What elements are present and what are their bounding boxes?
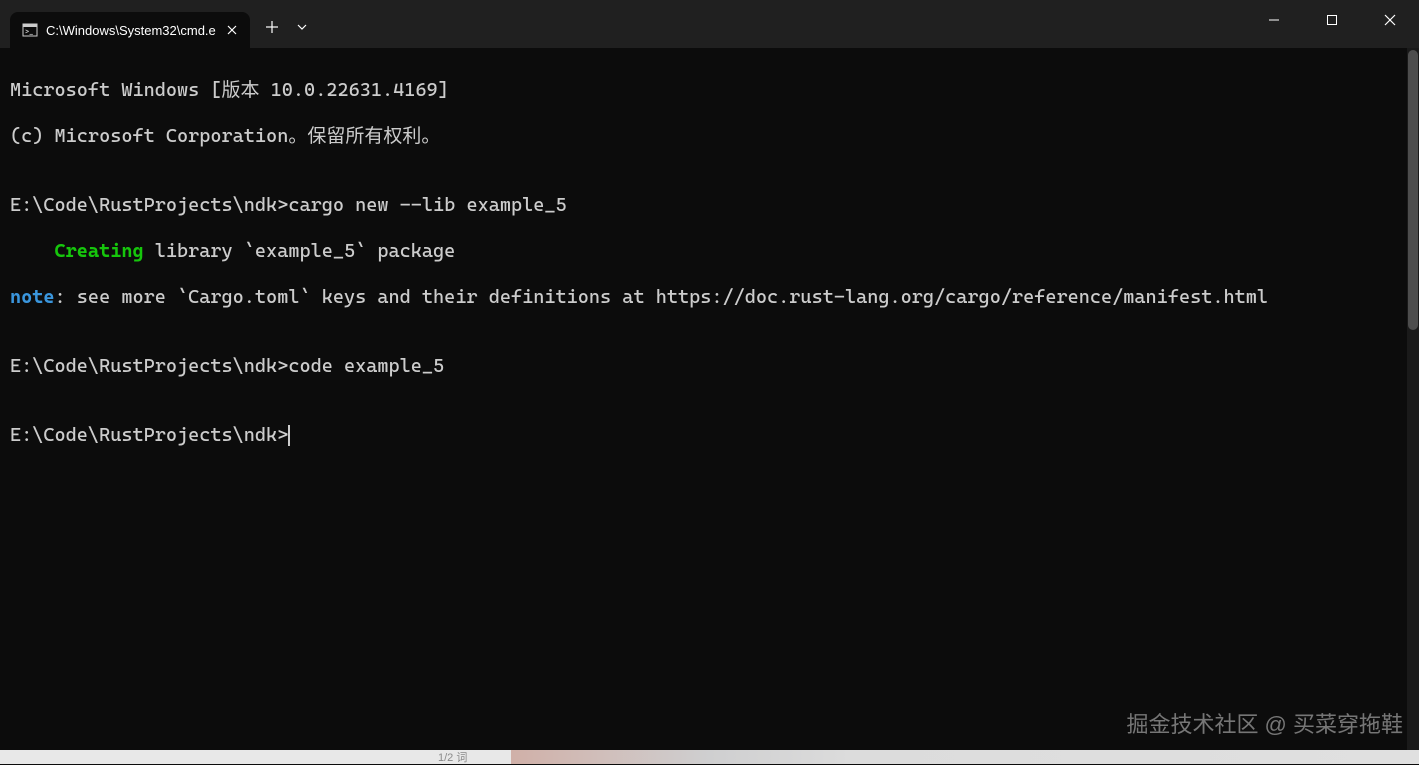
output-line: E:\Code\RustProjects\ndk>cargo new --lib…	[10, 194, 1409, 217]
note-label: note	[10, 286, 55, 308]
prompt-path: E:\Code\RustProjects\ndk>	[10, 424, 288, 446]
command-text: code example_5	[288, 355, 444, 377]
bottom-strip: 1/2 词	[0, 750, 1419, 764]
cursor	[288, 425, 290, 446]
output-line: E:\Code\RustProjects\ndk>	[10, 424, 1409, 447]
output-line: (c) Microsoft Corporation。保留所有权利。	[10, 125, 1409, 148]
bottom-text: 1/2 词	[438, 749, 467, 765]
close-window-button[interactable]	[1361, 0, 1419, 40]
titlebar: >_ C:\Windows\System32\cmd.e	[0, 0, 1419, 48]
svg-text:>_: >_	[25, 28, 33, 36]
minimize-button[interactable]	[1245, 0, 1303, 40]
note-detail: : see more `Cargo.toml` keys and their d…	[55, 286, 1268, 308]
output-line: Microsoft Windows [版本 10.0.22631.4169]	[10, 79, 1409, 102]
tab-close-button[interactable]	[224, 22, 240, 38]
command-text: cargo new --lib example_5	[288, 194, 566, 216]
maximize-button[interactable]	[1303, 0, 1361, 40]
tab-dropdown-button[interactable]	[288, 11, 316, 43]
terminal-output[interactable]: Microsoft Windows [版本 10.0.22631.4169] (…	[0, 48, 1419, 478]
watermark: 掘金技术社区 @ 买菜穿拖鞋	[1126, 707, 1403, 739]
prompt-path: E:\Code\RustProjects\ndk>	[10, 194, 288, 216]
tab-title: C:\Windows\System32\cmd.e	[46, 23, 216, 38]
creating-label: Creating	[55, 240, 144, 262]
prompt-path: E:\Code\RustProjects\ndk>	[10, 355, 288, 377]
terminal-icon: >_	[22, 22, 38, 38]
new-tab-button[interactable]	[256, 11, 288, 43]
creating-detail: library `example_5` package	[144, 240, 456, 262]
output-line: E:\Code\RustProjects\ndk>code example_5	[10, 355, 1409, 378]
scrollbar-thumb[interactable]	[1408, 50, 1418, 330]
tab-area: >_ C:\Windows\System32\cmd.e	[0, 0, 316, 48]
output-line: Creating library `example_5` package	[10, 240, 1409, 263]
indent	[10, 240, 55, 262]
tab-cmd[interactable]: >_ C:\Windows\System32\cmd.e	[10, 12, 250, 48]
output-line: note: see more `Cargo.toml` keys and the…	[10, 286, 1409, 309]
window-controls	[1245, 0, 1419, 40]
